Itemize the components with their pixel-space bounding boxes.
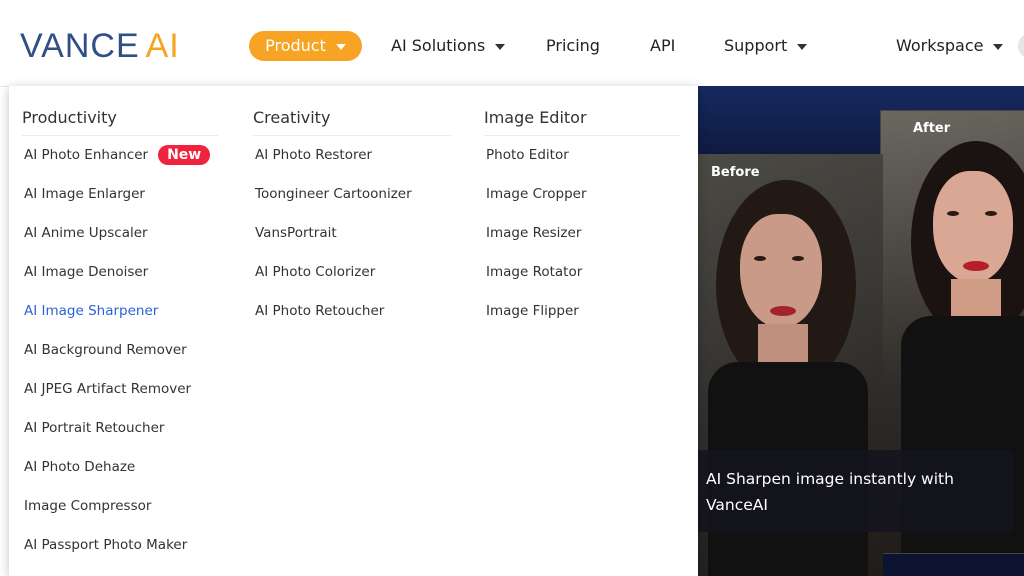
menu-item-vansportrait[interactable]: VansPortrait	[255, 223, 337, 243]
after-eye-left	[947, 211, 959, 216]
menu-item-ai-photo-dehaze[interactable]: AI Photo Dehaze	[24, 457, 135, 477]
menu-item-image-resizer[interactable]: Image Resizer	[486, 223, 581, 243]
nav-pricing-label: Pricing	[546, 36, 600, 55]
column-title-image-editor: Image Editor	[484, 107, 680, 136]
menu-item-image-cropper[interactable]: Image Cropper	[486, 184, 587, 204]
chevron-down-icon	[993, 44, 1004, 50]
vanceai-logo[interactable]: VANCE AI	[20, 27, 180, 65]
before-label: Before	[711, 165, 760, 180]
menu-item-ai-photo-retoucher[interactable]: AI Photo Retoucher	[255, 301, 384, 321]
nav-support-label: Support	[724, 36, 788, 55]
hero-caption-box: AI Sharpen image instantly with VanceAI	[698, 450, 1014, 532]
column-title-productivity: Productivity	[22, 107, 218, 136]
nav-product[interactable]: Product	[249, 31, 362, 61]
nav-ai-solutions[interactable]: AI Solutions	[391, 32, 506, 60]
nav-workspace-label: Workspace	[896, 36, 984, 55]
nav-api-label: API	[650, 36, 676, 55]
chevron-down-icon	[335, 44, 346, 50]
menu-item-ai-image-enlarger[interactable]: AI Image Enlarger	[24, 184, 145, 204]
menu-item-image-flipper[interactable]: Image Flipper	[486, 301, 579, 321]
menu-item-ai-jpeg-artifact-remover[interactable]: AI JPEG Artifact Remover	[24, 379, 191, 399]
after-eye-right	[985, 211, 997, 216]
logo-text-vance: VANCE	[20, 27, 140, 65]
menu-item-photo-editor[interactable]: Photo Editor	[486, 145, 569, 165]
after-lips	[963, 261, 989, 271]
menu-item-ai-portrait-retoucher[interactable]: AI Portrait Retoucher	[24, 418, 164, 438]
nav-support[interactable]: Support	[724, 32, 808, 60]
nav-ai-solutions-label: AI Solutions	[391, 36, 486, 55]
menu-item-toongineer-cartoonizer[interactable]: Toongineer Cartoonizer	[255, 184, 412, 204]
before-eye-left	[754, 256, 766, 261]
nav-product-label: Product	[265, 36, 326, 55]
menu-item-image-compressor[interactable]: Image Compressor	[24, 496, 151, 516]
menu-item-image-rotator[interactable]: Image Rotator	[486, 262, 582, 282]
menu-item-ai-anime-upscaler[interactable]: AI Anime Upscaler	[24, 223, 148, 243]
menu-item-ai-background-remover[interactable]: AI Background Remover	[24, 340, 187, 360]
before-lips	[770, 306, 796, 316]
menu-item-ai-photo-colorizer[interactable]: AI Photo Colorizer	[255, 262, 375, 282]
logo-text-ai: AI	[145, 27, 180, 65]
column-title-creativity: Creativity	[253, 107, 451, 136]
chevron-down-icon	[797, 44, 808, 50]
nav-api[interactable]: API	[650, 32, 675, 60]
nav-workspace[interactable]: Workspace	[896, 32, 1004, 60]
menu-item-ai-photo-restorer[interactable]: AI Photo Restorer	[255, 145, 372, 165]
menu-item-ai-passport-photo-maker[interactable]: AI Passport Photo Maker	[24, 535, 187, 555]
avatar[interactable]	[1018, 33, 1024, 59]
hero-caption-text: AI Sharpen image instantly with VanceAI	[706, 470, 954, 514]
new-badge: New	[158, 145, 211, 165]
menu-item-ai-image-denoiser[interactable]: AI Image Denoiser	[24, 262, 148, 282]
menu-item-ai-photo-enhancer[interactable]: AI Photo Enhancer New	[24, 145, 211, 165]
menu-item-label: AI Photo Enhancer	[24, 147, 149, 163]
chevron-down-icon	[495, 44, 506, 50]
top-header: VANCE AI Product AI Solutions Pricing API…	[0, 0, 1024, 87]
nav-pricing[interactable]: Pricing	[546, 32, 600, 60]
before-eye-right	[792, 256, 804, 261]
menu-item-ai-image-sharpener[interactable]: AI Image Sharpener	[24, 301, 158, 321]
hero-banner: After Before AI Sharpen image instantly …	[698, 86, 1024, 576]
product-dropdown-menu: Productivity AI Photo Enhancer New AI Ima…	[9, 86, 698, 576]
after-label: After	[913, 121, 951, 136]
